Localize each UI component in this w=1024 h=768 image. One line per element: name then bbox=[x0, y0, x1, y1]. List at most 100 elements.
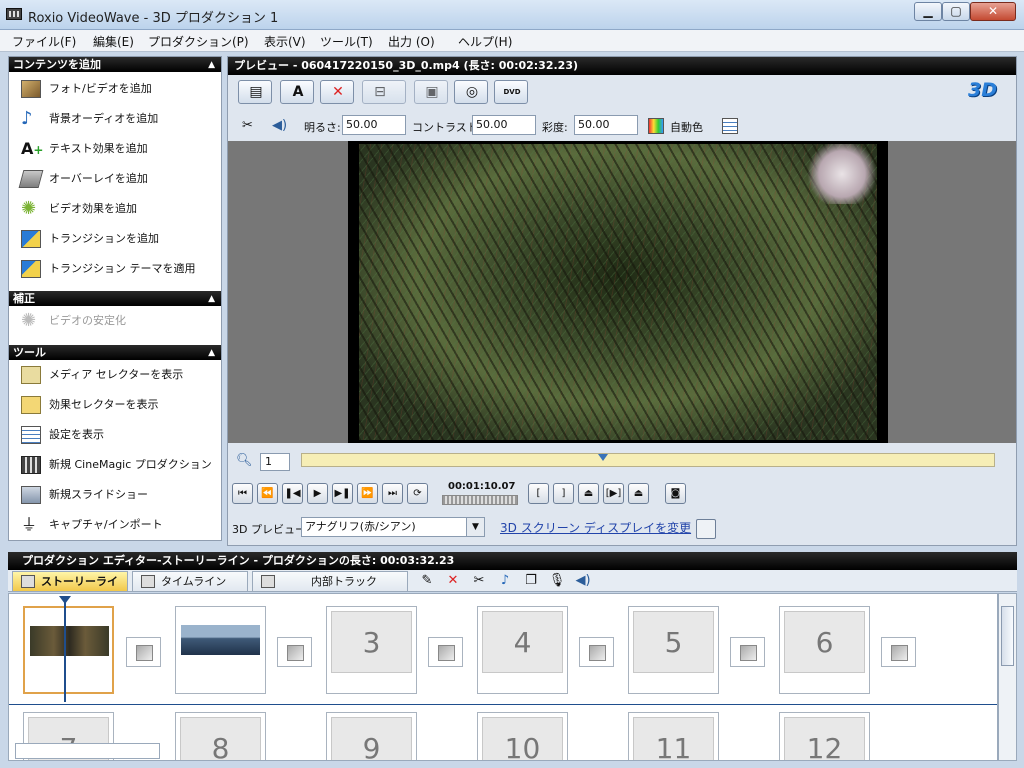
add-overlay-task[interactable]: オーバーレイを追加 bbox=[17, 167, 221, 191]
go-end-button[interactable]: ⏭ bbox=[382, 483, 403, 504]
tab-timeline[interactable]: タイムライン bbox=[132, 571, 248, 591]
storyline-cursor-head[interactable] bbox=[59, 596, 71, 604]
clip-slot-3[interactable]: 3 bbox=[326, 606, 417, 694]
play-button[interactable]: ▶ bbox=[307, 483, 328, 504]
scroll-thumb[interactable] bbox=[1001, 606, 1014, 666]
clip-slot-9[interactable]: 9 bbox=[326, 712, 417, 760]
tools-header[interactable]: ツール ▲ bbox=[9, 345, 221, 360]
go-start-button[interactable]: ⏮ bbox=[232, 483, 253, 504]
menu-edit[interactable]: 編集(E) bbox=[93, 33, 134, 50]
minimize-button[interactable]: ▁ bbox=[914, 2, 942, 21]
clip-slot-12[interactable]: 12 bbox=[779, 712, 870, 760]
preview3d-select[interactable]: アナグリフ(赤/シアン) ▼ bbox=[301, 517, 485, 537]
transition-slot[interactable] bbox=[277, 637, 312, 667]
auto-color-icon[interactable] bbox=[648, 118, 664, 134]
speaker-icon[interactable]: ◀) bbox=[272, 118, 287, 133]
menu-tools[interactable]: ツール(T) bbox=[320, 33, 373, 50]
maximize-button[interactable]: ▢ bbox=[942, 2, 970, 21]
tab-storyline[interactable]: ストーリーライン bbox=[12, 571, 128, 608]
clip-slot-1[interactable] bbox=[23, 606, 114, 694]
speaker-icon[interactable]: ◀) bbox=[574, 572, 592, 590]
transition-slot[interactable] bbox=[579, 637, 614, 667]
save-frame-button[interactable]: ▣ bbox=[414, 80, 448, 104]
delete-button[interactable]: ✕ bbox=[320, 80, 354, 104]
clip-slot-5[interactable]: 5 bbox=[628, 606, 719, 694]
delete-icon[interactable]: ✕ bbox=[444, 572, 462, 590]
add-audio-icon[interactable]: ♪ bbox=[496, 572, 514, 590]
add-text-effect-task[interactable]: A+ テキスト効果を追加 bbox=[17, 137, 221, 161]
loop-button[interactable]: ⟳ bbox=[407, 483, 428, 504]
clip-slot-10[interactable]: 10 bbox=[477, 712, 568, 760]
clip-slot-2[interactable] bbox=[175, 606, 266, 694]
new-slideshow-task[interactable]: 新規スライドショー bbox=[17, 483, 221, 507]
add-text-button[interactable]: A bbox=[280, 80, 314, 104]
jog-shuttle[interactable] bbox=[442, 495, 518, 505]
video-preview-image[interactable] bbox=[359, 144, 877, 440]
align-button[interactable]: ⊟ bbox=[362, 80, 406, 104]
menu-view[interactable]: 表示(V) bbox=[264, 33, 306, 50]
storyline-cursor[interactable] bbox=[64, 602, 66, 702]
tab-inner-track[interactable]: 内部トラック bbox=[252, 571, 408, 591]
disc-button[interactable]: ◎ bbox=[454, 80, 488, 104]
playhead-marker[interactable] bbox=[598, 454, 608, 461]
close-button[interactable]: ✕ bbox=[970, 2, 1016, 21]
zoom-icon[interactable]: 🔍︎ bbox=[236, 453, 254, 471]
copy-icon[interactable]: ❐ bbox=[522, 572, 540, 590]
add-photo-video-task[interactable]: フォト/ビデオを追加 bbox=[17, 77, 221, 101]
add-bg-audio-task[interactable]: ♪ 背景オーディオを追加 bbox=[17, 107, 221, 131]
menu-output[interactable]: 出力 (O) bbox=[388, 33, 435, 50]
mark-out-button[interactable]: ] bbox=[553, 483, 574, 504]
scale-input[interactable]: 1 bbox=[260, 453, 290, 471]
show-settings-task[interactable]: 設定を表示 bbox=[17, 423, 221, 447]
vertical-scrollbar[interactable] bbox=[998, 593, 1017, 761]
snapshot-camera-button[interactable]: ◙ bbox=[665, 483, 686, 504]
transition-slot[interactable] bbox=[730, 637, 765, 667]
show-media-selector-task[interactable]: メディア セレクターを表示 bbox=[17, 363, 221, 387]
correction-header[interactable]: 補正 ▲ bbox=[9, 291, 221, 306]
saturation-input[interactable]: 50.00 bbox=[574, 115, 638, 135]
add-content-header[interactable]: コンテンツを追加 ▲ bbox=[9, 57, 221, 72]
change-3d-display-link[interactable]: 3D スクリーン ディスプレイを変更 bbox=[500, 519, 691, 536]
scissors-icon[interactable]: ✂ bbox=[242, 118, 253, 133]
menu-production[interactable]: プロダクション(P) bbox=[148, 33, 249, 50]
horizontal-scrollbar[interactable] bbox=[15, 743, 160, 759]
add-video-effect-task[interactable]: ✺ ビデオ効果を追加 bbox=[17, 197, 221, 221]
collapse-icon[interactable]: ▲ bbox=[208, 346, 215, 361]
clip-slot-11[interactable]: 11 bbox=[628, 712, 719, 760]
clip-slot-8[interactable]: 8 bbox=[175, 712, 266, 760]
fast-forward-button[interactable]: ⏩ bbox=[357, 483, 378, 504]
apply-transition-theme-task[interactable]: トランジション テーマを適用 bbox=[17, 257, 221, 281]
capture-import-task[interactable]: ⏚ キャプチャ/インポート bbox=[17, 513, 221, 537]
clip-slot-6[interactable]: 6 bbox=[779, 606, 870, 694]
go-mark-in-button[interactable]: ⏏ bbox=[578, 483, 599, 504]
brightness-input[interactable]: 50.00 bbox=[342, 115, 406, 135]
auto-color-label[interactable]: 自動色 bbox=[670, 119, 703, 135]
menu-file[interactable]: ファイル(F) bbox=[12, 33, 76, 50]
storyboard-button[interactable]: ▤ bbox=[238, 80, 272, 104]
contrast-input[interactable]: 50.00 bbox=[472, 115, 536, 135]
scrub-bar[interactable] bbox=[301, 453, 995, 467]
prev-frame-button[interactable]: ❚◀ bbox=[282, 483, 303, 504]
add-transition-task[interactable]: トランジションを追加 bbox=[17, 227, 221, 251]
go-mark-out-button[interactable]: ⏏ bbox=[628, 483, 649, 504]
fullscreen-button[interactable] bbox=[696, 519, 716, 539]
scissors-icon[interactable]: ✂ bbox=[470, 572, 488, 590]
mark-in-button[interactable]: [ bbox=[528, 483, 549, 504]
rewind-button[interactable]: ⏪ bbox=[257, 483, 278, 504]
transition-slot[interactable] bbox=[126, 637, 161, 667]
next-frame-button[interactable]: ▶❚ bbox=[332, 483, 353, 504]
microphone-icon[interactable]: 🎙︎ bbox=[548, 572, 566, 590]
clip-slot-4[interactable]: 4 bbox=[477, 606, 568, 694]
properties-icon[interactable] bbox=[722, 118, 738, 134]
collapse-icon[interactable]: ▲ bbox=[208, 58, 215, 73]
transition-slot[interactable] bbox=[881, 637, 916, 667]
transition-slot[interactable] bbox=[428, 637, 463, 667]
chevron-down-icon[interactable]: ▼ bbox=[466, 518, 484, 536]
new-cinemagic-task[interactable]: 新規 CineMagic プロダクション bbox=[17, 453, 221, 477]
play-selection-button[interactable]: [▶] bbox=[603, 483, 624, 504]
menu-help[interactable]: ヘルプ(H) bbox=[458, 33, 512, 50]
properties-icon[interactable]: ✎ bbox=[418, 572, 436, 590]
show-effect-selector-task[interactable]: 効果セレクターを表示 bbox=[17, 393, 221, 417]
collapse-icon[interactable]: ▲ bbox=[208, 292, 215, 307]
dvd-button[interactable]: DVD bbox=[494, 80, 528, 104]
